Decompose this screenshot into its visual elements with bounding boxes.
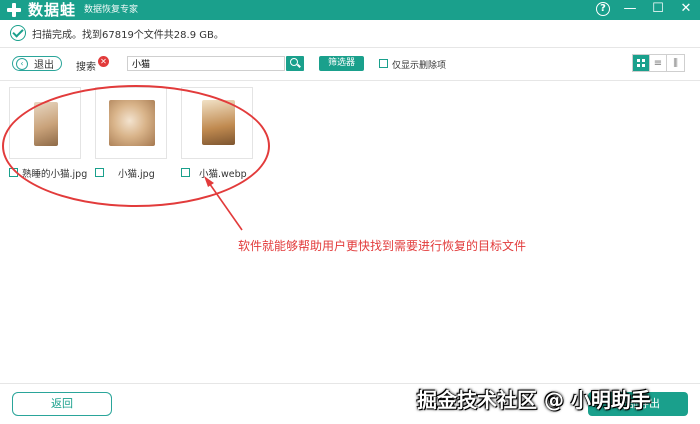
toolbar: ‹ 退出 搜索 ✕ 筛选器 仅显示删除项 ≡ ⫼ [0,54,700,74]
clear-search-icon[interactable]: ✕ [98,56,109,67]
detail-icon: ⫼ [673,57,678,69]
detail-view-button[interactable]: ⫼ [667,55,684,71]
divider [0,80,700,81]
filter-button[interactable]: 筛选器 [319,56,364,71]
list-icon: ≡ [653,57,663,69]
file-thumbnail[interactable] [181,87,253,159]
cat-image [34,102,58,146]
exit-button-label: 退出 [34,60,54,71]
grid-icon [637,59,645,67]
file-item[interactable] [181,87,253,159]
file-thumbnail[interactable] [9,87,81,159]
file-name: 小猫.jpg [118,169,155,180]
list-view-button[interactable]: ≡ [650,55,667,71]
help-icon[interactable]: ? [596,2,610,16]
close-button[interactable]: ✕ [678,1,694,17]
maximize-button[interactable]: ☐ [650,1,666,17]
check-circle-icon [10,25,26,41]
file-checkbox[interactable] [9,168,18,177]
only-deleted-checkbox[interactable] [379,59,388,68]
search-input[interactable] [127,56,285,71]
cat-image [202,100,235,145]
plus-logo-icon [6,2,22,18]
back-button[interactable]: 返回 [12,392,112,416]
title-bar: 数据蛙 数据恢复专家 ? — ☐ ✕ [0,0,700,20]
file-name: 熟睡的小猫.jpg [22,169,88,180]
divider [0,47,700,48]
status-text: 扫描完成。找到67819个文件共28.9 GB。 [32,29,224,41]
file-item[interactable] [95,87,167,159]
file-checkbox[interactable] [181,168,190,177]
recover-button[interactable]: 全部导出 [588,392,688,416]
file-item[interactable] [9,87,81,159]
file-checkbox[interactable] [95,168,104,177]
cat-image [109,100,155,146]
file-name: 小猫.webp [199,169,247,180]
app-name: 数据蛙 [28,1,77,19]
minimize-button[interactable]: — [622,1,638,17]
view-switcher: ≡ ⫼ [632,54,685,72]
chevron-left-icon: ‹ [16,57,28,70]
exit-button[interactable]: ‹ 退出 [12,56,62,71]
app-subtitle: 数据恢复专家 [84,5,139,15]
grid-view-button[interactable] [633,55,650,71]
only-deleted-label: 仅显示删除项 [392,61,447,71]
window-controls: ? — ☐ ✕ [596,1,694,17]
divider [0,383,700,384]
file-thumbnail[interactable] [95,87,167,159]
search-label: 搜索 [76,62,96,73]
search-button[interactable] [286,56,304,71]
scan-status: 扫描完成。找到67819个文件共28.9 GB。 [10,25,224,41]
app-logo: 数据蛙 数据恢复专家 [6,1,138,19]
annotation-text: 软件就能够帮助用户更快找到需要进行恢复的目标文件 [238,239,527,253]
